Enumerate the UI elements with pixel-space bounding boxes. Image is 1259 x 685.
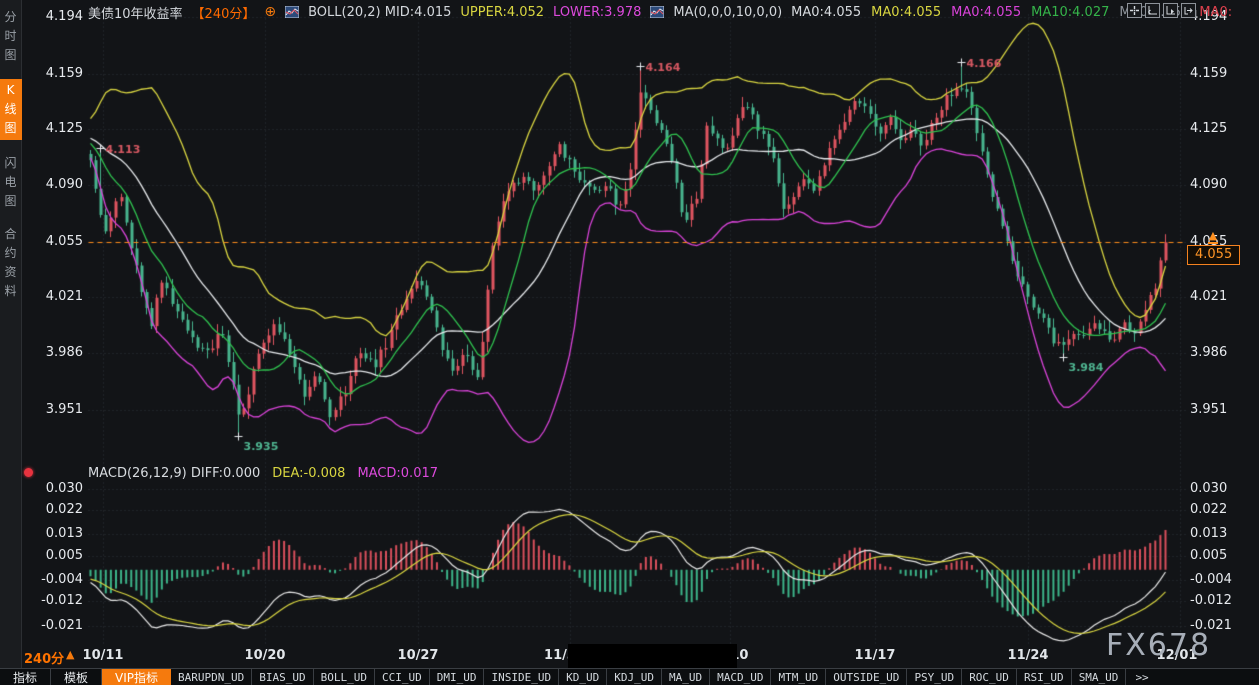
ma-params-label: MA(0,0,0,10,0,0) [673,5,782,20]
indicator-button-KD_UD[interactable]: KD_UD [559,669,607,685]
ma-value-0: MA0:4.055 [791,5,861,20]
y-axis-label: 3.986 [1190,345,1254,360]
watermark: FX678 [1106,628,1211,663]
y-axis-label: 0.013 [26,526,83,541]
y-axis-label: -0.004 [26,572,83,587]
ma-chart-icon[interactable] [650,6,664,18]
x-axis-date: 10/11 [75,648,131,663]
indicator-button-SMA_UD[interactable]: SMA_UD [1072,669,1127,685]
y-axis-label: 0.013 [1190,526,1254,541]
boll-lower-value: LOWER:3.978 [553,5,641,20]
axis-right-icon[interactable] [1163,3,1178,18]
x-axis-date: 10/27 [390,648,446,663]
x-axis: 240分 ▲ 10/1110/2010/2711/311/1011/1711/2… [0,644,1259,668]
y-axis-label: 0.030 [26,481,83,496]
ma-value-5: MA0: [1199,5,1232,20]
indicator-button-MTM_UD[interactable]: MTM_UD [771,669,826,685]
indicator-button-CCI_UD[interactable]: CCI_UD [375,669,430,685]
x-axis-date: 11/24 [1000,648,1056,663]
boll-chart-icon[interactable] [285,6,299,18]
y-axis-label: 4.159 [26,66,83,81]
current-price-badge: 4.055 [1187,245,1240,265]
instrument-title: 美债10年收益率 [88,3,183,22]
y-axis-label: -0.004 [1190,572,1254,587]
y-axis-label: 4.125 [26,121,83,136]
x-axis-date: 10/20 [237,648,293,663]
y-axis-label: -0.012 [26,593,83,608]
y-axis-label: 4.090 [1190,177,1254,192]
y-axis-label: 4.159 [1190,66,1254,81]
macd-dea-value: DEA:-0.008 [272,466,345,481]
indicator-button-MACD_UD[interactable]: MACD_UD [710,669,771,685]
chart-header: 美债10年收益率 【240分】 ⊕ BOLL(20,2) MID:4.015 U… [88,3,1232,21]
sidebar-item-3[interactable]: 合约资料 [0,225,22,301]
indicator-button-BIAS_UD[interactable]: BIAS_UD [252,669,313,685]
vip-indicator-tab[interactable]: VIP指标 [102,669,171,685]
y-axis-label: -0.021 [26,618,83,633]
ma-value-3: MA10:4.027 [1031,5,1109,20]
collapse-triangle-icon[interactable]: ▲ [66,648,74,661]
indicator-button-KDJ_UD[interactable]: KDJ_UD [607,669,662,685]
y-axis-label: 0.005 [26,548,83,563]
sidebar: 分时图 K线图闪电图合约资料 [0,0,22,668]
boll-label: BOLL(20,2) MID:4.015 [308,5,451,20]
exit-icon[interactable] [1181,3,1196,18]
y-axis-label: 3.986 [26,345,83,360]
indicator-button-INSIDE_UD[interactable]: INSIDE_UD [484,669,559,685]
toolbar-tab-1[interactable]: 模板 [51,669,102,685]
y-axis-label: 0.030 [1190,481,1254,496]
y-axis-label: 3.951 [26,402,83,417]
macd-label: MACD(26,12,9) DIFF:0.000 [88,466,260,481]
sidebar-item-2[interactable]: 闪电图 [0,154,22,211]
ma-value-1: MA0:4.055 [871,5,941,20]
macd-macd-value: MACD:0.017 [357,466,438,481]
period-indicator[interactable]: 240分 [24,648,64,667]
add-indicator-icon[interactable]: ⊕ [264,4,276,20]
y-axis-label: -0.012 [1190,593,1254,608]
boll-upper-value: UPPER:4.052 [460,5,544,20]
y-axis-label: 4.125 [1190,121,1254,136]
indicator-button-BARUPDN_UD[interactable]: BARUPDN_UD [171,669,252,685]
y-axis-label: 4.021 [1190,289,1254,304]
y-axis-label: 4.194 [26,9,83,24]
y-axis-label: 3.951 [1190,402,1254,417]
indicator-button-MA_UD[interactable]: MA_UD [662,669,710,685]
macd-header: MACD(26,12,9) DIFF:0.000 DEA:-0.008 MACD… [88,466,438,481]
indicator-button-OUTSIDE_UD[interactable]: OUTSIDE_UD [826,669,907,685]
more-indicators-button[interactable]: >> [1126,669,1157,685]
y-axis-label: 4.090 [26,177,83,192]
toolbar-tab-0[interactable]: 指标 [0,669,51,685]
y-axis-label: 4.055 [26,234,83,249]
bottom-toolbar: 指标模板VIP指标BARUPDN_UDBIAS_UDBOLL_UDCCI_UDD… [0,668,1259,685]
indicator-button-ROC_UD[interactable]: ROC_UD [962,669,1017,685]
redaction-box [568,644,737,668]
price-marker-icon: ▲ [1208,231,1218,244]
y-axis-label: 0.022 [26,502,83,517]
y-axis-label: 0.005 [1190,548,1254,563]
sidebar-item-0[interactable]: 分时图 [0,8,22,65]
y-axis-label: 0.022 [1190,502,1254,517]
indicator-button-BOLL_UD[interactable]: BOLL_UD [314,669,375,685]
y-axis-label: 4.021 [26,289,83,304]
indicator-button-RSI_UD[interactable]: RSI_UD [1017,669,1072,685]
period-label: 【240分】 [192,3,256,22]
x-axis-date: 11/17 [847,648,903,663]
macd-indicator-icon[interactable] [24,468,33,477]
trading-terminal: 分时图 K线图闪电图合约资料 美债10年收益率 【240分】 ⊕ BOLL(20,… [0,0,1259,685]
chart-canvas[interactable] [0,0,1259,685]
sidebar-item-1[interactable]: K线图 [0,79,22,140]
axis-left-icon[interactable] [1145,3,1160,18]
indicator-button-PSY_UD[interactable]: PSY_UD [907,669,962,685]
window-controls [1127,3,1196,18]
ma-value-2: MA0:4.055 [951,5,1021,20]
crosshair-icon[interactable] [1127,3,1142,18]
indicator-button-DMI_UD[interactable]: DMI_UD [430,669,485,685]
